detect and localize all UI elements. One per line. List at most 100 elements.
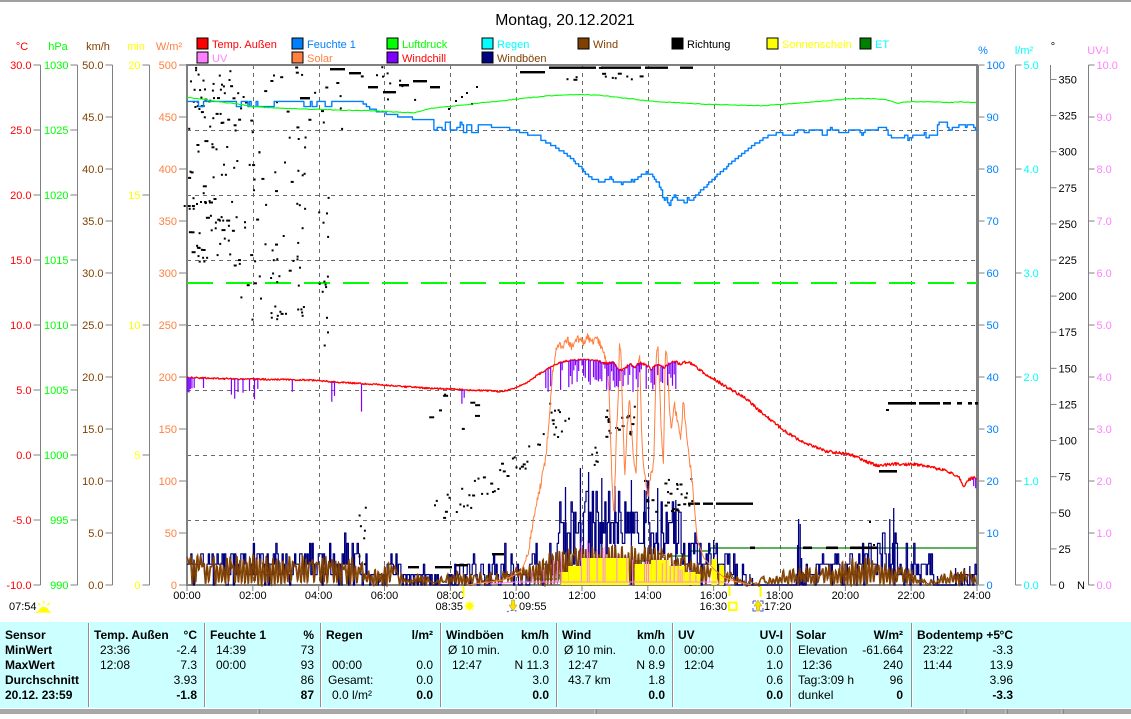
svg-text:20:00: 20:00: [832, 590, 860, 602]
svg-text:4.0: 4.0: [1024, 164, 1039, 176]
svg-text:min: min: [127, 41, 145, 53]
svg-text:100: 100: [1059, 436, 1077, 448]
svg-text:325: 325: [1059, 111, 1077, 123]
svg-text:1000: 1000: [44, 450, 68, 462]
svg-text:14:00: 14:00: [634, 590, 662, 602]
svg-text:50: 50: [987, 320, 999, 332]
svg-text:Wind: Wind: [562, 628, 591, 642]
svg-text:90: 90: [987, 112, 999, 124]
svg-text:UV-I: UV-I: [1087, 45, 1108, 57]
svg-text:0.0 l/m²: 0.0 l/m²: [332, 688, 372, 702]
svg-text:Durchschnitt: Durchschnitt: [5, 673, 79, 687]
svg-text:04:00: 04:00: [305, 590, 333, 602]
svg-text:%: %: [978, 45, 988, 57]
svg-text:0.0: 0.0: [648, 688, 665, 702]
svg-text:995: 995: [50, 515, 68, 527]
svg-text:UV: UV: [678, 628, 695, 642]
svg-text:00:00: 00:00: [332, 658, 362, 672]
svg-text:80: 80: [987, 164, 999, 176]
svg-text:5.0: 5.0: [1097, 320, 1112, 332]
svg-text:5.0: 5.0: [1024, 60, 1039, 72]
svg-text:3.96: 3.96: [990, 673, 1014, 687]
svg-text:3.0: 3.0: [1097, 424, 1112, 436]
svg-text:20.0: 20.0: [82, 372, 103, 384]
svg-text:Windböen: Windböen: [497, 53, 547, 65]
svg-text:Richtung: Richtung: [687, 39, 730, 51]
svg-text:2.0: 2.0: [1024, 372, 1039, 384]
svg-text:0.0: 0.0: [766, 643, 783, 657]
svg-text:%: %: [303, 628, 314, 642]
svg-text:-3.3: -3.3: [992, 688, 1013, 702]
svg-text:1005: 1005: [44, 385, 68, 397]
svg-text:Sonnenschein: Sonnenschein: [782, 39, 852, 51]
svg-text:100: 100: [159, 476, 177, 488]
svg-text:200: 200: [159, 372, 177, 384]
svg-text:13.9: 13.9: [990, 658, 1014, 672]
svg-text:0.0: 0.0: [532, 688, 549, 702]
svg-text:Montag, 20.12.2021: Montag, 20.12.2021: [495, 12, 635, 29]
svg-text:W/m²: W/m²: [156, 41, 183, 53]
svg-text:hPa: hPa: [48, 41, 68, 53]
svg-text:°C: °C: [1000, 628, 1014, 642]
svg-text:1.0: 1.0: [1097, 528, 1112, 540]
svg-text:11:44: 11:44: [923, 658, 952, 672]
svg-text:250: 250: [1059, 219, 1077, 231]
svg-text:Temp. Außen: Temp. Außen: [94, 628, 169, 642]
svg-text:23:36: 23:36: [100, 643, 130, 657]
svg-text:14:39: 14:39: [216, 643, 246, 657]
svg-text:10: 10: [987, 528, 999, 540]
svg-text:Temp. Außen: Temp. Außen: [212, 39, 277, 51]
svg-text:W/m²: W/m²: [874, 628, 903, 642]
svg-text:0.0: 0.0: [416, 688, 433, 702]
svg-text:08:35: 08:35: [435, 601, 463, 613]
svg-text:3.0: 3.0: [1024, 268, 1039, 280]
svg-text:1020: 1020: [44, 190, 68, 202]
svg-text:500: 500: [159, 60, 177, 72]
svg-text:20: 20: [987, 476, 999, 488]
svg-text:20.0: 20.0: [10, 190, 31, 202]
svg-text:300: 300: [159, 268, 177, 280]
svg-text:200: 200: [1059, 291, 1077, 303]
svg-text:l/m²: l/m²: [412, 628, 433, 642]
svg-text:25.0: 25.0: [10, 125, 31, 137]
svg-text:75: 75: [1059, 472, 1071, 484]
svg-text:16:30: 16:30: [699, 601, 727, 613]
svg-text:1015: 1015: [44, 255, 68, 267]
svg-text:02:00: 02:00: [239, 590, 267, 602]
svg-text:1030: 1030: [44, 60, 68, 72]
svg-text:dunkel: dunkel: [798, 688, 833, 702]
svg-text:0.0: 0.0: [416, 658, 433, 672]
svg-text:l/m²: l/m²: [1015, 45, 1034, 57]
svg-text:1.8: 1.8: [648, 673, 665, 687]
svg-text:150: 150: [1059, 363, 1077, 375]
svg-text:73: 73: [301, 643, 315, 657]
svg-text:1010: 1010: [44, 320, 68, 332]
svg-text:Solar: Solar: [307, 53, 333, 65]
svg-text:40: 40: [987, 372, 999, 384]
svg-text:10.0: 10.0: [82, 476, 103, 488]
svg-text:0.0: 0.0: [766, 688, 783, 702]
svg-text:12:36: 12:36: [802, 658, 832, 672]
svg-text:km/h: km/h: [86, 41, 110, 53]
svg-text:06:00: 06:00: [371, 590, 399, 602]
svg-text:15.0: 15.0: [82, 424, 103, 436]
svg-text:-3.3: -3.3: [992, 643, 1013, 657]
svg-text:150: 150: [159, 424, 177, 436]
svg-text:24:00: 24:00: [963, 590, 991, 602]
svg-text:250: 250: [159, 320, 177, 332]
svg-text:-5.0: -5.0: [13, 515, 32, 527]
svg-text:8.0: 8.0: [1097, 164, 1112, 176]
svg-text:23:22: 23:22: [923, 643, 953, 657]
svg-text:20: 20: [128, 60, 140, 72]
svg-text:1.0: 1.0: [766, 658, 783, 672]
svg-text:70: 70: [987, 216, 999, 228]
svg-text:7.3: 7.3: [180, 658, 197, 672]
svg-text:2.0: 2.0: [1097, 476, 1112, 488]
svg-text:5.0: 5.0: [16, 385, 31, 397]
svg-text:990: 990: [50, 580, 68, 592]
svg-text:Feuchte 1: Feuchte 1: [307, 39, 356, 51]
svg-text:275: 275: [1059, 183, 1077, 195]
svg-text:87: 87: [301, 688, 315, 702]
svg-text:125: 125: [1059, 399, 1077, 411]
svg-text:50: 50: [165, 528, 177, 540]
